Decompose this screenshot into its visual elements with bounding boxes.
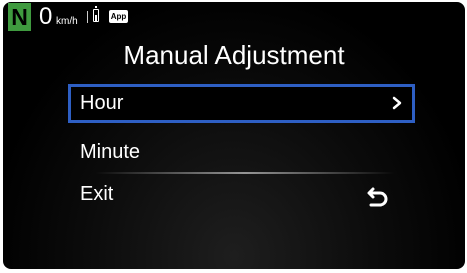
- menu-item-hour[interactable]: Hour: [68, 84, 415, 123]
- cluster-display: N 0 km/h App Manual Adjustment Hour Minu…: [3, 2, 465, 269]
- menu-divider: [95, 172, 395, 174]
- menu-item-label: Minute: [80, 141, 141, 163]
- menu-item-exit[interactable]: Exit: [68, 175, 415, 214]
- menu-item-label: Exit: [80, 183, 114, 205]
- page-title: Manual Adjustment: [123, 40, 345, 70]
- gear-indicator: N: [8, 3, 31, 31]
- chevron-right-icon: [392, 96, 402, 110]
- menu-item-minute[interactable]: Minute: [68, 133, 415, 172]
- speed-value: 0: [39, 3, 53, 30]
- menu-item-label: Hour: [80, 92, 124, 114]
- speed-unit: km/h: [56, 16, 78, 27]
- app-badge: App: [109, 10, 128, 23]
- return-arrow-icon: [367, 187, 388, 207]
- battery-icon: [93, 6, 99, 22]
- status-divider: [87, 11, 88, 23]
